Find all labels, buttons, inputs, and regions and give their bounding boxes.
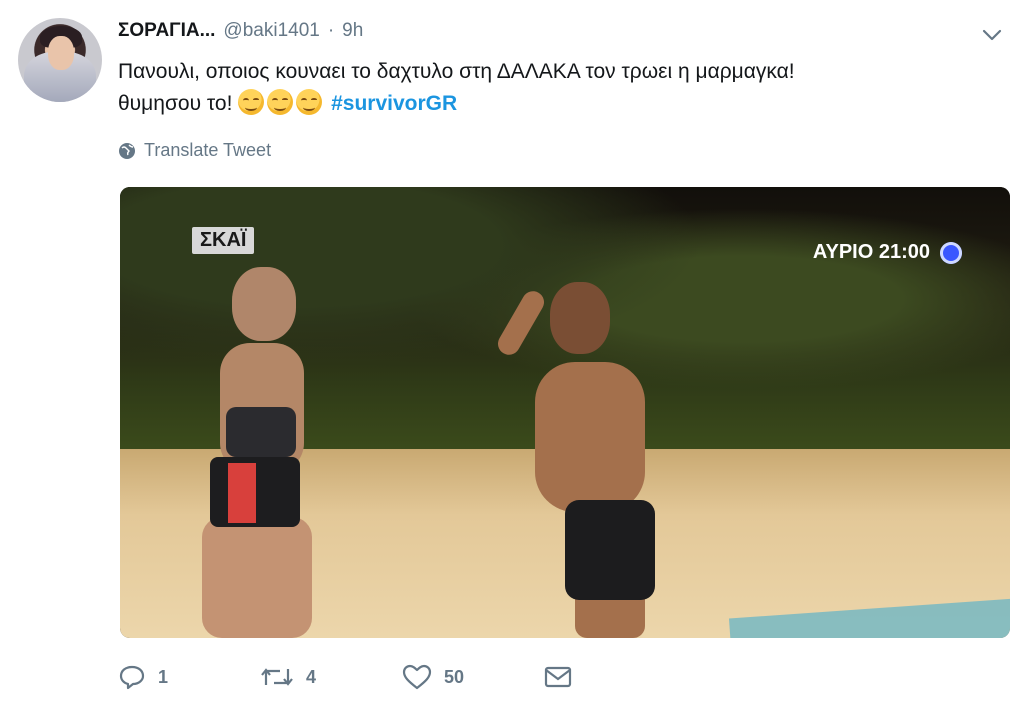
media-person-left xyxy=(190,267,340,638)
relieved-face-emoji-icon xyxy=(238,89,265,115)
separator-dot: · xyxy=(327,20,335,41)
avatar[interactable] xyxy=(18,18,102,102)
translate-label: Translate Tweet xyxy=(144,140,272,160)
globe-icon xyxy=(118,142,136,160)
hashtag-link[interactable]: #survivorGR xyxy=(331,92,457,115)
reply-icon xyxy=(118,664,146,690)
screen-name[interactable]: @baki1401 xyxy=(223,20,319,42)
like-button[interactable]: 50 xyxy=(402,664,544,690)
tweet-header: ΣΟΡΑΓΙΑ... @baki1401 · 9h xyxy=(118,20,363,42)
retweet-count: 4 xyxy=(306,666,317,687)
relieved-face-emoji-icon xyxy=(267,89,294,115)
channel-logo: ΣΚΑΪ xyxy=(192,227,255,254)
media-person-right xyxy=(480,282,680,638)
translate-tweet-link[interactable]: Translate Tweet xyxy=(118,140,271,161)
retweet-button[interactable]: 4 xyxy=(260,665,402,689)
tweet-media-video[interactable]: ΣΚΑΪ ΑΥΡΙΟ 21:00 xyxy=(120,187,1010,638)
display-name[interactable]: ΣΟΡΑΓΙΑ... xyxy=(118,20,215,42)
heart-icon xyxy=(402,664,432,690)
tweet-text-line-1: Πανουλι, οποιος κουναει το δαχτυλο στη Δ… xyxy=(118,60,795,83)
timestamp[interactable]: 9h xyxy=(342,20,363,42)
direct-message-button[interactable] xyxy=(544,666,572,688)
envelope-icon xyxy=(544,666,572,688)
avatar-face xyxy=(48,36,74,70)
tweet: ΣΟΡΑΓΙΑ... @baki1401 · 9h Πανουλι, οποιο… xyxy=(0,0,1024,709)
relieved-face-emoji-icon xyxy=(296,89,323,115)
tweet-text-prefix: θυμησου το! xyxy=(118,92,233,115)
record-dot-icon xyxy=(940,241,962,264)
airtime-overlay: ΑΥΡΙΟ 21:00 xyxy=(813,241,962,264)
tweet-text: Πανουλι, οποιος κουναει το δαχτυλο στη Δ… xyxy=(118,56,998,120)
tweet-actions: 1 4 50 xyxy=(118,664,572,690)
tweet-text-line-2: θυμησου το! #survivorGR xyxy=(118,88,998,120)
chevron-down-icon[interactable] xyxy=(980,26,1004,44)
airtime-text: ΑΥΡΙΟ 21:00 xyxy=(812,241,930,263)
reply-count: 1 xyxy=(158,666,169,687)
like-count: 50 xyxy=(444,666,465,687)
retweet-icon xyxy=(260,665,294,689)
reply-button[interactable]: 1 xyxy=(118,664,260,690)
